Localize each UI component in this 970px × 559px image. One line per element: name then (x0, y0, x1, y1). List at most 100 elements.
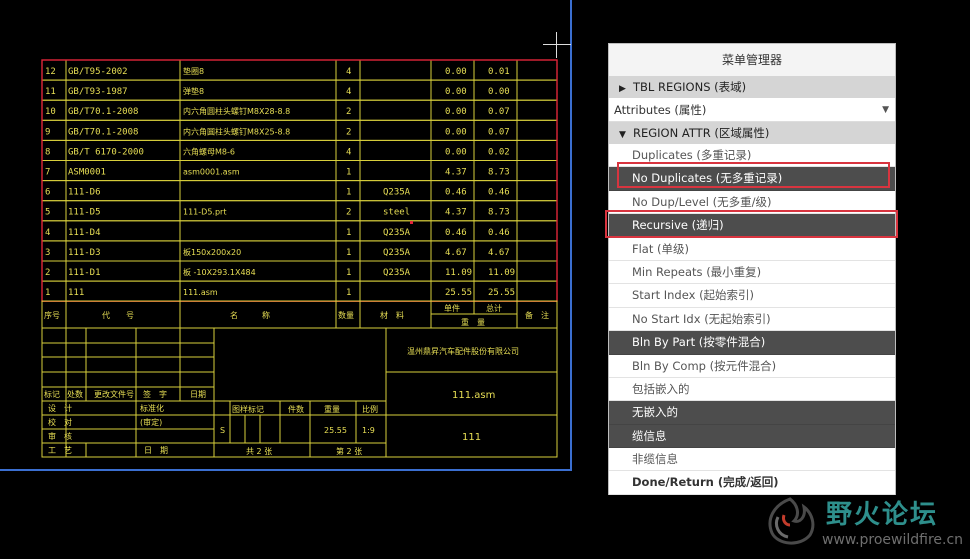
cell-material: Q235A (383, 228, 411, 238)
table-row[interactable]: 3 111-D3 板150x200x20 1 Q235A 4.67 4.67 (41, 240, 558, 262)
table-row[interactable]: 11 GB/T93-1987 弹垫8 4 0.00 0.00 (41, 79, 558, 101)
header-remark: 备 注 (525, 310, 549, 320)
table-row[interactable]: 2 111-D1 板 -10X293.1X484 1 Q235A 11.09 11.09 (41, 260, 558, 282)
cell-code: 111-D1 (68, 268, 101, 278)
bom-drawing[interactable]: 12 GB/T95-2002 垫圈8 4 0.00 0.0111 GB/T93-1987 弹垫… (0, 0, 560, 465)
chevron-down-icon: ▼ (882, 105, 889, 115)
cell-total-weight: 8.73 (488, 168, 510, 178)
cell-seq: 12 (45, 67, 56, 77)
menu-item[interactable]: Bln By Part (按零件混合) (609, 331, 895, 355)
cell-seq: 4 (45, 228, 50, 238)
section-tbl-regions[interactable]: ▶ TBL REGIONS (表域) (609, 76, 895, 98)
cell-single-weight: 11.09 (445, 268, 472, 278)
cell-code: 111 (68, 288, 84, 298)
cell-material: steel (383, 208, 410, 218)
tb-scale-val: 1:9 (362, 426, 375, 435)
row-border (41, 240, 558, 262)
tb-scale: 比例 (362, 404, 378, 414)
header-code: 代 号 (102, 310, 134, 320)
tb-count: 处数 (67, 389, 83, 399)
tb-sign: 签 字 (143, 389, 167, 399)
table-row[interactable]: 9 GB/T70.1-2008 内六角圆柱头螺钉M8X25-8.8 2 0.00 0.07 (41, 119, 558, 141)
cell-name: 板150x200x20 (183, 247, 241, 257)
cell-code: 111-D5 (68, 208, 101, 218)
menu-manager[interactable]: 菜单管理器 ▶ TBL REGIONS (表域) Attributes (属性) … (608, 43, 896, 495)
tb-mass: 重量 (324, 404, 340, 414)
tb-mark: 标记 (44, 389, 60, 399)
menu-item[interactable]: Start Index (起始索引) (609, 284, 895, 308)
tb-date: 日期 (190, 390, 206, 399)
table-row[interactable]: 10 GB/T70.1-2008 内六角圆柱头螺钉M8X28-8.8 2 0.00 0.0… (41, 99, 558, 121)
cell-single-weight: 0.46 (445, 228, 467, 238)
header-mat: 材 料 (380, 310, 404, 320)
company-name: 温州鼎昇汽车配件股份有限公司 (407, 346, 519, 356)
menu-item[interactable]: 非缆信息 (609, 448, 895, 472)
forum-watermark: 野火论坛 www.proewildfire.cn (760, 492, 965, 554)
cell-total-weight: 4.67 (488, 248, 510, 258)
cell-name: 板 -10X293.1X484 (183, 267, 256, 277)
cell-qty: 1 (346, 168, 351, 178)
table-row[interactable]: 5 111-D5 111-D5.prt 2 steel 4.37 8.73 (41, 200, 558, 222)
table-row[interactable]: 8 GB/T 6170-2000 六角螺母M8-6 4 0.00 0.02 (41, 139, 558, 161)
table-row[interactable]: 12 GB/T95-2002 垫圈8 4 0.00 0.01 (41, 59, 558, 81)
table-row[interactable]: 7 ASM0001 asm0001.asm 1 4.37 8.73 (41, 160, 558, 182)
tb-approve: (审定) (140, 417, 162, 427)
cell-qty: 2 (346, 107, 351, 117)
menu-item[interactable]: Bln By Comp (按元件混合) (609, 354, 895, 378)
cell-material: Q235A (383, 248, 411, 258)
cell-total-weight: 0.46 (488, 228, 510, 238)
tb-process: 工 艺 (48, 446, 72, 455)
menu-item[interactable]: No Start Idx (无起始索引) (609, 307, 895, 332)
cell-qty: 1 (346, 268, 351, 278)
header-weight: 重 量 (461, 317, 485, 327)
cell-seq: 8 (45, 147, 50, 157)
table-row[interactable]: 1 111 111.asm 1 25.55 25.55 (41, 280, 558, 302)
tb-change-doc: 更改文件号 (94, 389, 134, 399)
menu-item[interactable]: 包括嵌入的 (609, 377, 895, 402)
cell-qty: 1 (346, 188, 351, 198)
cell-seq: 6 (45, 188, 50, 198)
cell-single-weight: 4.67 (445, 248, 467, 258)
cell-seq: 1 (45, 288, 50, 298)
tb-review: 审 核 (48, 431, 72, 441)
cell-total-weight: 0.01 (488, 67, 510, 77)
tb-sheets: 共 2 张 (246, 447, 272, 456)
cell-name: 111.asm (183, 288, 218, 297)
table-row[interactable]: 4 111-D4 1 Q235A 0.46 0.46 (41, 220, 558, 242)
menu-item[interactable]: 无嵌入的 (609, 401, 895, 425)
menu-item[interactable]: Flat (单级) (609, 237, 895, 261)
table-row[interactable]: 6 111-D6 1 Q235A 0.46 0.46 (41, 180, 558, 202)
tb-weight: 件数 (288, 404, 304, 414)
cell-total-weight: 0.07 (488, 127, 510, 137)
section-region-attr[interactable]: ▼ REGION ATTR (区域属性) (609, 122, 895, 144)
cell-code: GB/T95-2002 (68, 67, 128, 77)
header-seq: 序号 (44, 310, 60, 320)
cell-single-weight: 0.00 (445, 87, 467, 97)
section-tbl-regions-label: TBL REGIONS (表域) (633, 80, 747, 94)
cell-code: GB/T70.1-2008 (68, 127, 138, 137)
cell-material: Q235A (383, 268, 411, 278)
header-total: 总计 (486, 303, 502, 313)
cell-single-weight: 4.37 (445, 168, 467, 178)
cell-seq: 11 (45, 87, 56, 97)
attributes-dropdown-label: Attributes (属性) (614, 103, 707, 117)
cell-code: 111-D4 (68, 228, 101, 238)
menu-item[interactable]: Min Repeats (最小重复) (609, 260, 895, 285)
row-border (41, 220, 558, 242)
cell-single-weight: 0.00 (445, 147, 467, 157)
cell-code: GB/T 6170-2000 (68, 147, 144, 157)
cell-code: GB/T93-1987 (68, 87, 128, 97)
drawing-number: 111 (462, 432, 481, 443)
drawing-name: 111.asm (452, 390, 495, 401)
cell-code: ASM0001 (68, 168, 106, 178)
attributes-dropdown[interactable]: Attributes (属性) ▼ (609, 98, 895, 122)
menu-item[interactable]: 缆信息 (609, 424, 895, 449)
cell-qty: 4 (346, 87, 351, 97)
cell-name: 六角螺母M8-6 (183, 146, 235, 156)
cell-total-weight: 11.09 (488, 268, 515, 278)
cell-name: asm0001.asm (183, 168, 240, 177)
cell-single-weight: 0.00 (445, 127, 467, 137)
highlight-no-duplicates (617, 162, 890, 188)
bom-table[interactable]: 12 GB/T95-2002 垫圈8 4 0.00 0.0111 GB/T93-1987 弹垫… (41, 59, 558, 302)
forum-title: 野火论坛 (826, 500, 939, 530)
